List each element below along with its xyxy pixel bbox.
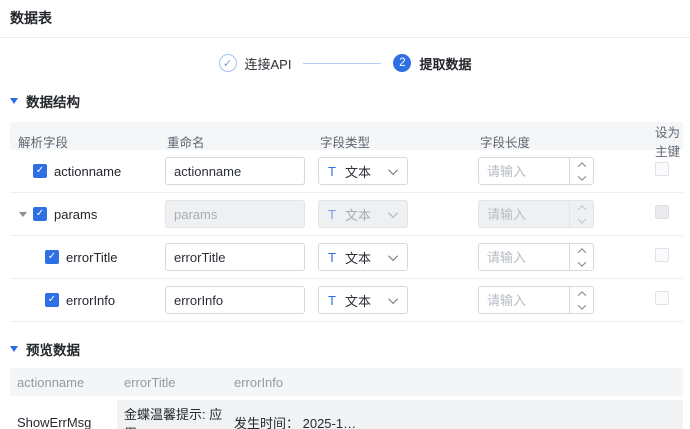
rename-input[interactable] — [165, 286, 305, 314]
step-extract-data[interactable]: 2 提取数据 — [393, 54, 471, 73]
field-length-input-group — [478, 286, 594, 314]
field-length-input[interactable] — [479, 244, 569, 270]
chevron-down-icon — [388, 294, 398, 304]
field-checkbox[interactable]: ✓ — [45, 293, 59, 307]
primary-key-checkbox[interactable] — [655, 291, 669, 305]
structure-section-header[interactable]: 数据结构 — [0, 92, 690, 110]
preview-cell-errortitle: 金蝶温馨提示: 应用… — [117, 400, 227, 429]
field-length-input[interactable] — [479, 287, 569, 313]
spinner-up-icon — [570, 201, 593, 214]
chevron-down-icon — [388, 165, 398, 175]
preview-table-row[interactable]: ShowErrMsg 金蝶温馨提示: 应用… 发生时间： 2025-1… — [10, 400, 683, 429]
text-type-icon: T — [328, 293, 336, 308]
preview-column-actionname: actionname — [10, 375, 117, 390]
caret-down-icon[interactable] — [19, 212, 27, 217]
preview-cell-actionname: ShowErrMsg — [10, 400, 117, 429]
step-number-badge: 2 — [393, 54, 411, 72]
spinner-down-icon[interactable] — [570, 300, 593, 313]
field-checkbox[interactable]: ✓ — [33, 164, 47, 178]
step-complete-check-icon: ✓ — [219, 54, 237, 72]
preview-cell-errorinfo: 发生时间： 2025-1… — [227, 400, 683, 429]
spinner-up-icon[interactable] — [570, 244, 593, 257]
field-row-actionname: ✓ actionname T 文本 — [10, 150, 683, 193]
structure-table: 解析字段 重命名 字段类型 字段长度 设为主键 ✓ actionname T 文… — [10, 122, 683, 322]
column-header-rename: 重命名 — [165, 132, 318, 151]
rename-input — [165, 200, 305, 228]
step-label: 提取数据 — [419, 54, 471, 73]
text-type-icon: T — [328, 164, 336, 179]
rename-input[interactable] — [165, 243, 305, 271]
primary-key-checkbox — [655, 205, 669, 219]
spinner-down-icon — [570, 214, 593, 227]
column-header-primary-key: 设为主键 — [628, 122, 683, 160]
field-name: errorTitle — [66, 250, 118, 265]
field-type-value: 文本 — [345, 205, 371, 224]
text-type-icon: T — [328, 207, 336, 222]
field-name: params — [54, 207, 97, 222]
field-type-value: 文本 — [345, 248, 371, 267]
spinner-down-icon[interactable] — [570, 171, 593, 184]
preview-column-errortitle: errorTitle — [117, 375, 227, 390]
preview-section-header[interactable]: 预览数据 — [0, 340, 690, 358]
field-length-input-group — [478, 243, 594, 271]
preview-column-errorinfo: errorInfo — [227, 375, 683, 390]
field-length-input[interactable] — [479, 158, 569, 184]
preview-table-header: actionname errorTitle errorInfo — [10, 368, 683, 396]
field-name: actionname — [54, 164, 121, 179]
field-type-select[interactable]: T 文本 — [318, 286, 408, 314]
primary-key-checkbox[interactable] — [655, 248, 669, 262]
field-type-select[interactable]: T 文本 — [318, 157, 408, 185]
column-header-length: 字段长度 — [478, 132, 628, 151]
step-connector-line — [303, 63, 381, 64]
chevron-down-icon — [388, 251, 398, 261]
step-connect-api[interactable]: ✓ 连接API — [219, 54, 292, 73]
field-checkbox[interactable]: ✓ — [33, 207, 47, 221]
spinner-up-icon[interactable] — [570, 158, 593, 171]
rename-input[interactable] — [165, 157, 305, 185]
primary-key-checkbox[interactable] — [655, 162, 669, 176]
chevron-down-icon — [388, 208, 398, 218]
text-type-icon: T — [328, 250, 336, 265]
stepper: ✓ 连接API 2 提取数据 — [0, 38, 690, 88]
spinner-up-icon[interactable] — [570, 287, 593, 300]
field-checkbox[interactable]: ✓ — [45, 250, 59, 264]
column-header-field: 解析字段 — [10, 132, 165, 151]
field-type-select[interactable]: T 文本 — [318, 243, 408, 271]
field-row-errorinfo: ✓ errorInfo T 文本 — [10, 279, 683, 322]
field-length-input-group — [478, 157, 594, 185]
field-length-input — [479, 201, 569, 227]
field-type-value: 文本 — [345, 162, 371, 181]
caret-down-icon — [10, 346, 18, 352]
field-type-select: T 文本 — [318, 200, 408, 228]
field-length-input-group — [478, 200, 594, 228]
spinner-down-icon[interactable] — [570, 257, 593, 270]
column-header-type: 字段类型 — [318, 132, 478, 151]
structure-table-header: 解析字段 重命名 字段类型 字段长度 设为主键 — [10, 122, 683, 150]
field-type-value: 文本 — [345, 291, 371, 310]
preview-table: actionname errorTitle errorInfo ShowErrM… — [10, 368, 683, 429]
page-title: 数据表 — [10, 8, 680, 28]
field-row-params: ✓ params T 文本 — [10, 193, 683, 236]
field-row-errortitle: ✓ errorTitle T 文本 — [10, 236, 683, 279]
caret-down-icon — [10, 98, 18, 104]
field-name: errorInfo — [66, 293, 115, 308]
structure-section-title: 数据结构 — [26, 91, 80, 111]
step-label: 连接API — [245, 54, 292, 73]
preview-section-title: 预览数据 — [26, 339, 80, 359]
page-header: 数据表 — [0, 0, 690, 38]
